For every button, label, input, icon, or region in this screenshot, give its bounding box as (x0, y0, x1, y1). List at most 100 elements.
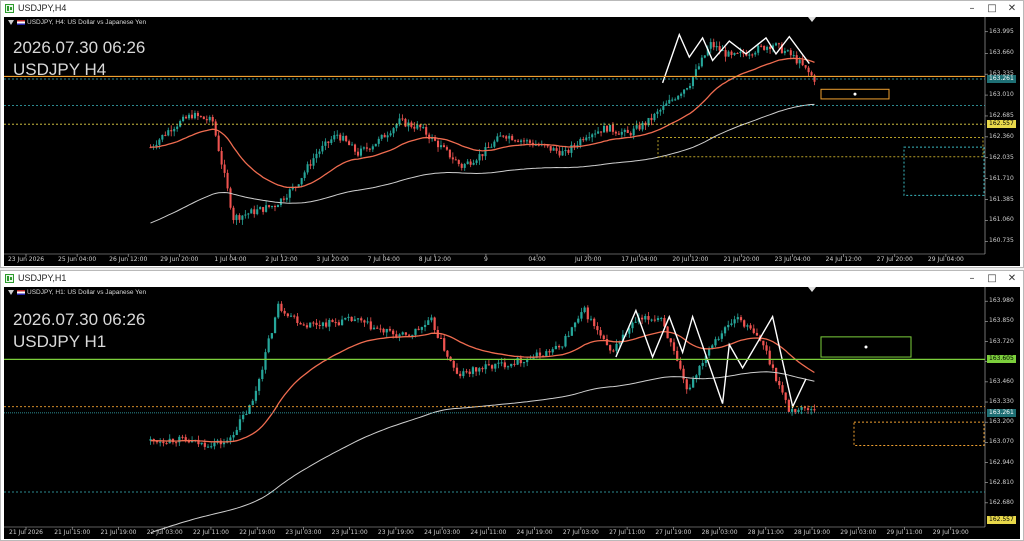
candle-body (471, 367, 475, 374)
candle-body (446, 350, 449, 357)
candle-body (251, 400, 254, 406)
candle-body (532, 357, 535, 359)
candle-body (182, 116, 185, 122)
candle-body (602, 335, 605, 339)
candle-body (419, 124, 422, 128)
candle-body (749, 325, 752, 329)
close-icon[interactable]: ✕ (1005, 272, 1019, 286)
candle-body (211, 116, 214, 122)
close-icon[interactable]: ✕ (1005, 2, 1019, 16)
price-chart[interactable]: USDJPY, H1: US Dollar vs Japanese Yen 20… (4, 287, 1020, 539)
maximize-icon[interactable]: □ (985, 272, 999, 286)
price-axis-label: 162.035 (989, 153, 1014, 161)
candle-body (552, 148, 555, 151)
candle-body (490, 146, 493, 148)
candle-body (730, 323, 733, 325)
price-chart[interactable]: USDJPY, H4: US Dollar vs Japanese Yen 20… (4, 17, 1020, 266)
candle-body (478, 154, 481, 161)
candle-body (588, 137, 591, 139)
candle-body (554, 345, 558, 350)
candle-body (733, 52, 736, 55)
candle-body (293, 315, 296, 317)
candle-body (774, 43, 778, 46)
candle-body (245, 413, 248, 415)
candle-body (229, 437, 232, 441)
candle-body (173, 128, 176, 132)
candle-body (739, 51, 742, 53)
candle-body (315, 153, 318, 159)
candle-body (398, 118, 401, 125)
title-bar[interactable]: USDJPY,H1 – □ ✕ (1, 271, 1023, 287)
candle-body (392, 330, 395, 335)
candle-body (522, 140, 526, 142)
candle-body (487, 364, 490, 366)
candle-body (331, 319, 334, 323)
candle-body (223, 164, 226, 173)
candle-body (576, 145, 579, 147)
candle-body (345, 136, 348, 142)
candle-body (786, 50, 789, 52)
candle-body (250, 209, 253, 214)
candle-body (325, 322, 328, 327)
candle-body (727, 324, 730, 328)
candle-body (398, 334, 401, 337)
candle-body (614, 131, 617, 134)
candle-body (723, 327, 727, 334)
candle-body (288, 189, 291, 198)
candle-body (784, 392, 787, 400)
candle-body (462, 371, 465, 377)
candle-body (362, 147, 365, 149)
candle-body (303, 172, 306, 179)
time-axis-label: 24 Jul 12:00 (825, 256, 862, 263)
time-axis-label: 24 Jul 19:00 (516, 529, 553, 536)
candle-body (688, 387, 692, 390)
level-price-tag: 163.605 (987, 355, 1016, 364)
candle-body (672, 342, 676, 351)
candle-body (318, 325, 321, 327)
time-axis-label: 9 (484, 256, 488, 263)
candle-body (804, 65, 807, 68)
dropdown-icon (8, 289, 14, 295)
candle-body (499, 135, 502, 137)
price-chart-canvas[interactable] (4, 287, 1020, 539)
candle-body (589, 318, 593, 320)
candle-body (155, 144, 158, 147)
candle-body (268, 205, 271, 207)
candle-body (273, 317, 277, 334)
time-axis-label: 7 Jul 04:00 (367, 256, 400, 263)
time-axis-label: 3 Jul 20:00 (316, 256, 349, 263)
candle-body (433, 317, 436, 330)
candle-body (760, 45, 763, 47)
candle-body (448, 149, 451, 158)
candle-body (688, 85, 692, 89)
maximize-icon[interactable]: □ (985, 2, 999, 16)
chart-window-h4[interactable]: USDJPY,H4 – □ ✕ USDJPY, H4: US Dollar vs… (0, 0, 1024, 268)
candle-body (597, 131, 600, 134)
candle-body (599, 330, 602, 336)
candle-body (564, 335, 567, 347)
candle-body (528, 140, 531, 143)
candle-body (736, 317, 739, 320)
chart-window-h1[interactable]: USDJPY,H1 – □ ✕ USDJPY, H1: US Dollar vs… (0, 270, 1024, 541)
candle-body (623, 129, 626, 132)
candle-body (502, 135, 505, 137)
candle-body (277, 303, 280, 318)
candle-body (264, 352, 267, 370)
symbol-timeframe-overlay: USDJPY H1 (13, 332, 107, 351)
period-marker-icon (808, 287, 816, 292)
candle-body (594, 133, 597, 135)
minimize-icon[interactable]: – (965, 2, 979, 16)
candle-body (561, 346, 564, 348)
candle-body (267, 338, 270, 353)
price-chart-canvas[interactable] (4, 17, 1020, 266)
candle-body (570, 144, 573, 153)
candle-body (371, 146, 374, 150)
candle-body (640, 317, 644, 320)
candle-body (463, 164, 466, 168)
candle-body (511, 135, 514, 141)
title-bar[interactable]: USDJPY,H4 – □ ✕ (1, 1, 1023, 17)
candle-body (582, 139, 585, 141)
candle-body (564, 149, 567, 152)
zigzag-line (615, 308, 807, 409)
minimize-icon[interactable]: – (965, 272, 979, 286)
